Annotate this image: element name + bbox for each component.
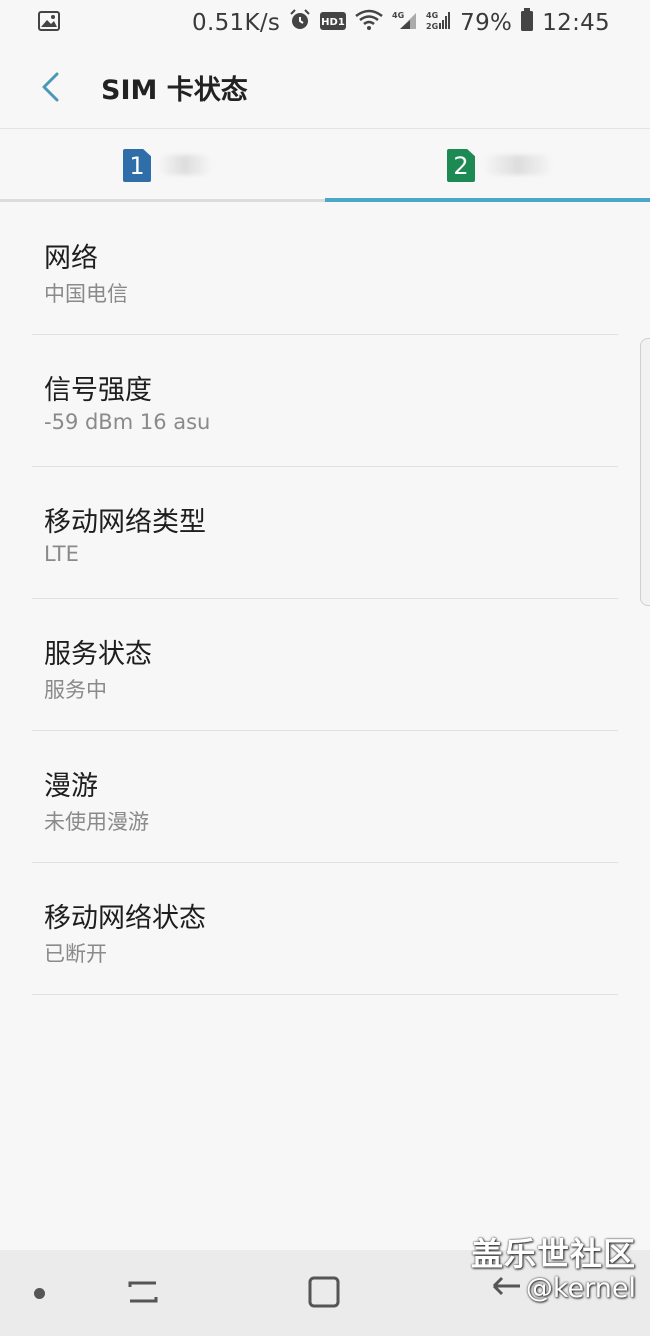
alarm-icon bbox=[288, 8, 312, 38]
sim-1-number: 1 bbox=[129, 151, 145, 180]
svg-text:4G: 4G bbox=[392, 11, 404, 20]
app-bar: SIM 卡状态 bbox=[0, 46, 650, 129]
sim-1-badge: 1 bbox=[123, 149, 151, 182]
list-item-value: 已断开 bbox=[44, 942, 107, 966]
watermark: 盖乐世社区 @kernel bbox=[471, 1236, 636, 1304]
svg-text:4G: 4G bbox=[426, 11, 438, 20]
list-item-network: 网络 中国电信 bbox=[32, 203, 618, 335]
wifi-icon bbox=[354, 9, 384, 37]
battery-icon bbox=[520, 8, 534, 38]
svg-text:2G: 2G bbox=[426, 22, 438, 31]
list-item-title: 漫游 bbox=[44, 771, 98, 802]
list-item-value: -59 dBm 16 asu bbox=[44, 410, 211, 434]
tab-1-underline bbox=[0, 199, 325, 202]
sim-1-name-redacted bbox=[158, 155, 212, 175]
list-item-value: 未使用漫游 bbox=[44, 810, 149, 834]
recents-button[interactable] bbox=[126, 1275, 160, 1313]
watermark-user: @kernel bbox=[525, 1272, 636, 1304]
list-item-data-state: 移动网络状态 已断开 bbox=[32, 863, 618, 995]
signal-icon: 4G 2G bbox=[426, 9, 452, 37]
list-item-title: 服务状态 bbox=[44, 639, 152, 670]
tab-sim-2[interactable]: 2 bbox=[325, 129, 650, 202]
back-arrow-icon bbox=[42, 72, 59, 102]
battery-percent: 79% bbox=[460, 10, 513, 36]
list-item-value: 服务中 bbox=[44, 678, 107, 702]
svg-text:HD1: HD1 bbox=[321, 17, 345, 28]
home-button[interactable] bbox=[306, 1274, 342, 1314]
signal-icon: 4G bbox=[392, 9, 418, 37]
home-icon bbox=[308, 1276, 340, 1308]
list-item-title: 移动网络类型 bbox=[44, 507, 206, 538]
list-item-title: 移动网络状态 bbox=[44, 903, 206, 934]
tab-sim-1[interactable]: 1 bbox=[0, 129, 325, 202]
watermark-title: 盖乐世社区 bbox=[470, 1235, 636, 1273]
list-item-roaming: 漫游 未使用漫游 bbox=[32, 731, 618, 863]
sim-tabs: 1 2 bbox=[0, 129, 650, 202]
sim-2-number: 2 bbox=[453, 151, 469, 180]
list-item-value: LTE bbox=[44, 542, 79, 566]
list-item-title: 网络 bbox=[44, 243, 98, 274]
hd-icon: HD1 bbox=[320, 10, 347, 36]
net-speed: 0.51K/s bbox=[192, 10, 281, 36]
tab-2-underline-selected bbox=[325, 198, 650, 202]
list-item-network-type: 移动网络类型 LTE bbox=[32, 467, 618, 599]
back-button[interactable] bbox=[30, 66, 70, 108]
edge-panel-handle[interactable] bbox=[640, 338, 650, 606]
recents-icon bbox=[128, 1281, 158, 1303]
sim-2-badge: 2 bbox=[447, 149, 475, 182]
list-item-service-state: 服务状态 服务中 bbox=[32, 599, 618, 731]
sim-2-name-redacted bbox=[483, 155, 553, 175]
page-title: SIM 卡状态 bbox=[101, 75, 248, 106]
sim-status-list: 网络 中国电信 信号强度 -59 dBm 16 asu 移动网络类型 LTE 服… bbox=[0, 203, 650, 995]
clock: 12:45 bbox=[542, 10, 610, 36]
list-item-value: 中国电信 bbox=[44, 282, 128, 306]
gallery-icon bbox=[38, 11, 60, 31]
status-bar: 0.51K/s HD1 4G 4G 2G 79% 12:45 bbox=[0, 0, 650, 46]
list-item-title: 信号强度 bbox=[44, 375, 152, 406]
nav-hide-dot[interactable] bbox=[34, 1288, 45, 1299]
list-item-signal-strength: 信号强度 -59 dBm 16 asu bbox=[32, 335, 618, 467]
